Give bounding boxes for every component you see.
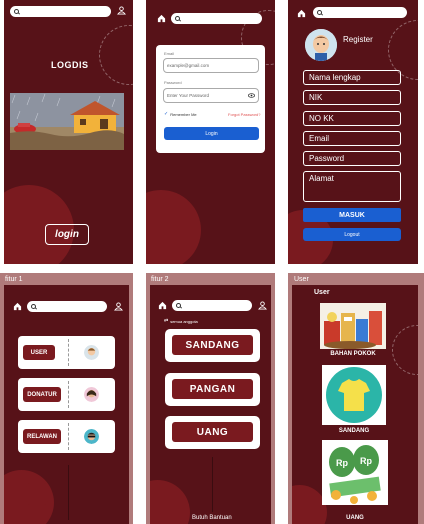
role-label: USER (23, 345, 55, 360)
role-card-relawan[interactable]: RELAWAN (18, 420, 115, 453)
search-icon (317, 10, 322, 15)
email-field[interactable]: Email (303, 131, 401, 146)
frame-label: User (294, 276, 309, 283)
category-label: PANGAN (172, 379, 253, 399)
category-label: UANG (172, 422, 253, 442)
search-input[interactable] (10, 6, 111, 17)
search-input[interactable] (313, 7, 407, 18)
nokk-field[interactable]: NO KK (303, 111, 401, 126)
role-card-donatur[interactable]: DONATUR (18, 378, 115, 411)
category-card-sandang[interactable]: SANDANG (165, 329, 260, 362)
search-icon (176, 303, 181, 308)
search-icon (175, 16, 180, 21)
item-label: UANG (346, 515, 364, 521)
decor-blob (150, 480, 190, 524)
decor-circle (99, 25, 133, 85)
divider (212, 457, 213, 512)
user-frame: User User BAHAN POKOK SANDANG Rp Rp UANG (288, 273, 424, 524)
divider (68, 381, 69, 408)
item-label: BAHAN POKOK (330, 351, 376, 357)
divider (68, 465, 69, 520)
search-input[interactable] (27, 301, 107, 312)
masuk-button[interactable]: MASUK (303, 208, 401, 222)
remember-label: Remember Me (170, 111, 197, 117)
app-logo: LOGDIS (51, 60, 89, 70)
logout-button[interactable]: Logout (303, 228, 401, 241)
avatar (84, 345, 99, 360)
home-icon[interactable] (157, 14, 166, 23)
fullname-field[interactable]: Nama lengkap (303, 70, 401, 85)
role-card-user[interactable]: USER (18, 336, 115, 369)
email-field[interactable]: example@gmail.com (163, 58, 259, 73)
avatar (305, 29, 337, 61)
password-field[interactable]: Enter Your Password (163, 88, 259, 103)
user-icon[interactable] (114, 302, 123, 311)
storyboard: LOGDIS login Email example@gmail.com Pas… (0, 0, 424, 524)
clothing-image[interactable] (322, 365, 386, 425)
register-title: Register (343, 35, 373, 44)
category-card-pangan[interactable]: PANGAN (165, 373, 260, 406)
divider (68, 423, 69, 450)
fitur2-frame: fitur 2 ⇄ semua anggota SANDANG PANGAN U… (146, 273, 275, 524)
user-screen: User BAHAN POKOK SANDANG Rp Rp UANG (292, 285, 418, 524)
login-button[interactable]: login (45, 224, 89, 245)
forgot-password-link[interactable]: Forgot Password? (228, 112, 260, 117)
frame-label: fitur 1 (5, 276, 23, 283)
fitur1-frame: fitur 1 USER DONATUR RELAWAN (0, 273, 133, 524)
login-screen: Email example@gmail.com Password Enter Y… (146, 0, 275, 264)
frame-label: fitur 2 (151, 276, 169, 283)
remember-me[interactable]: ✓ Remember Me (164, 111, 197, 117)
search-input[interactable] (171, 13, 262, 24)
role-label: RELAWAN (23, 429, 61, 444)
register-screen: Register Nama lengkap NIK NO KK Email Pa… (288, 0, 418, 264)
help-label[interactable]: Butuh Bantuan (192, 515, 232, 521)
home-icon[interactable] (13, 302, 22, 311)
splash-screen: LOGDIS login (4, 0, 133, 264)
divider (68, 339, 69, 366)
decor-circle (392, 325, 418, 375)
search-icon (31, 304, 36, 309)
login-submit-button[interactable]: Login (164, 127, 259, 140)
fitur2-screen: ⇄ semua anggota SANDANG PANGAN UANG Butu… (150, 285, 271, 524)
svg-text:Rp: Rp (336, 458, 348, 468)
check-icon: ✓ (164, 111, 169, 117)
search-icon (14, 9, 19, 14)
avatar (84, 429, 99, 444)
decor-blob (146, 190, 201, 264)
nik-field[interactable]: NIK (303, 90, 401, 105)
avatar (84, 387, 99, 402)
svg-text:Rp: Rp (360, 456, 372, 466)
category-card-uang[interactable]: UANG (165, 416, 260, 449)
fitur1-screen: USER DONATUR RELAWAN (4, 285, 129, 524)
filter-row[interactable]: ⇄ semua anggota (164, 318, 198, 324)
staple-food-image[interactable] (320, 303, 386, 349)
password-field[interactable]: Password (303, 151, 401, 166)
screen-title: User (314, 289, 330, 296)
decor-square (26, 483, 48, 505)
password-label: Password (164, 80, 182, 85)
login-card: Email example@gmail.com Password Enter Y… (156, 45, 265, 153)
filter-label: semua anggota (170, 318, 198, 324)
home-icon[interactable] (158, 301, 167, 310)
role-label: DONATUR (23, 387, 61, 402)
filter-icon: ⇄ (164, 318, 169, 324)
user-icon[interactable] (258, 301, 267, 310)
money-image[interactable]: Rp Rp (322, 440, 388, 505)
user-icon[interactable] (117, 6, 126, 15)
category-label: SANDANG (172, 335, 253, 355)
home-icon[interactable] (297, 9, 306, 18)
eye-icon[interactable] (248, 93, 255, 98)
email-label: Email (164, 51, 175, 56)
item-label: SANDANG (338, 428, 370, 434)
flood-illustration (10, 93, 124, 150)
search-input[interactable] (172, 300, 252, 311)
address-field[interactable]: Alamat (303, 171, 401, 202)
